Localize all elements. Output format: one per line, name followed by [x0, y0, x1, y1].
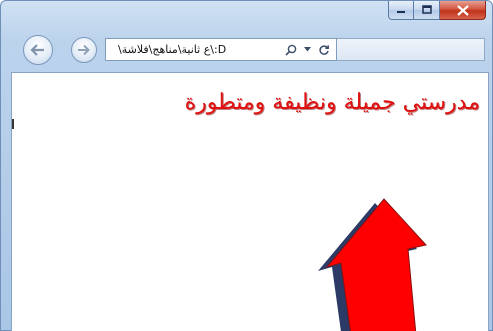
page-content: مدرستي جميلة ونظيفة ومتطورة [11, 72, 489, 331]
curved-arrow-graphic [318, 198, 427, 331]
close-icon [456, 4, 469, 16]
dropdown-icon[interactable] [304, 47, 311, 52]
search-icon[interactable] [285, 44, 297, 56]
navigation-bar: D:\ع ثانية\مناهج\فلاشة\ [1, 33, 492, 67]
browser-window: D:\ع ثانية\مناهج\فلاشة\ مدرستي جميلة ونظ… [0, 0, 493, 331]
back-icon [30, 44, 44, 56]
tab-strip[interactable] [337, 38, 485, 61]
title-bar [1, 1, 492, 31]
forward-icon [78, 44, 90, 56]
maximize-button[interactable] [414, 1, 440, 20]
window-controls [388, 1, 486, 20]
close-button[interactable] [440, 1, 486, 20]
refresh-icon[interactable] [318, 44, 330, 56]
minimize-button[interactable] [388, 1, 414, 20]
address-bar[interactable]: D:\ع ثانية\مناهج\فلاشة\ [105, 38, 337, 61]
address-controls [285, 44, 330, 56]
address-text[interactable]: D:\ع ثانية\مناهج\فلاشة\ [118, 43, 285, 56]
maximize-icon [421, 5, 432, 14]
back-button[interactable] [23, 35, 53, 65]
minimize-icon [397, 11, 405, 13]
forward-button[interactable] [71, 37, 97, 63]
